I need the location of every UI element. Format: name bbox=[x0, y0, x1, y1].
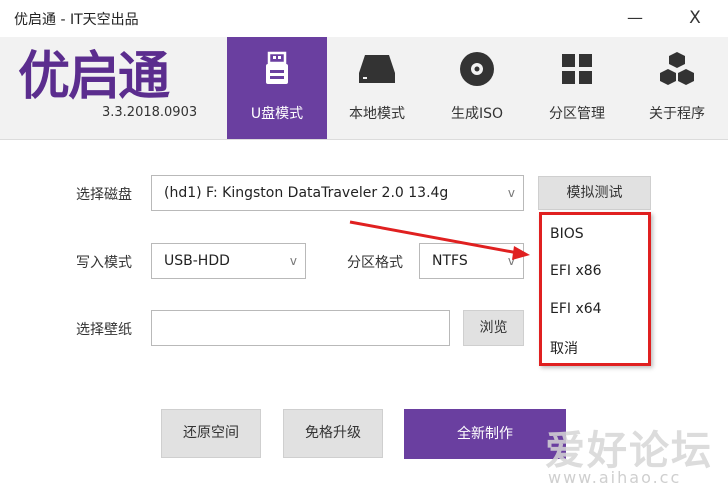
simulate-menu: BIOS EFI x86 EFI x64 取消 bbox=[539, 212, 651, 366]
watermark-url: www.aihao.cc bbox=[548, 468, 682, 487]
menu-item-cancel[interactable]: 取消 bbox=[550, 338, 578, 358]
menu-item-bios[interactable]: BIOS bbox=[550, 226, 584, 242]
menu-item-efi-x64[interactable]: EFI x64 bbox=[550, 301, 602, 317]
format-free-upgrade-button[interactable]: 免格升级 bbox=[283, 409, 383, 458]
restore-space-button[interactable]: 还原空间 bbox=[161, 409, 261, 458]
new-build-button[interactable]: 全新制作 bbox=[404, 409, 566, 459]
menu-item-efi-x86[interactable]: EFI x86 bbox=[550, 263, 602, 279]
